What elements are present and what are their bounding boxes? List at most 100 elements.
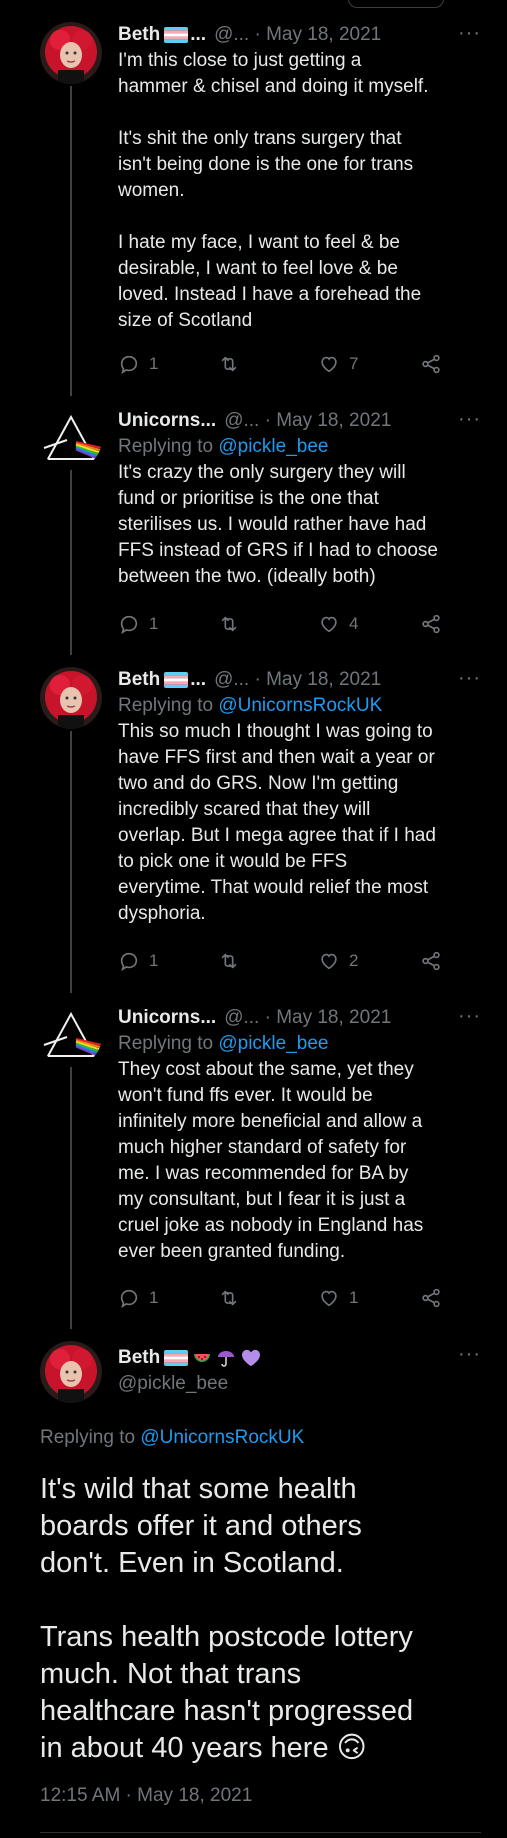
avatar[interactable] [40,1341,102,1403]
share-button[interactable] [420,353,442,375]
author-name[interactable]: Beth [118,669,160,691]
thread-line [70,86,72,396]
reply-icon [118,950,140,972]
retweet-button[interactable] [218,353,240,375]
tweet-text: It's wild that some health boards offer … [40,1471,480,1767]
tweet-meta[interactable]: @... · May 18, 2021 [224,410,391,432]
reply-count: 1 [149,354,159,373]
like-button[interactable]: 1 [318,1287,358,1309]
retweet-button[interactable] [218,1287,240,1309]
tweet-text: It's crazy the only surgery they will fu… [118,462,438,587]
retweet-icon [218,1287,240,1309]
tweet-meta[interactable]: @... · May 18, 2021 [224,1007,391,1029]
author-name[interactable]: Beth [118,24,160,46]
reply-handle-link[interactable]: @pickle_bee [218,1033,328,1054]
like-icon [318,950,340,972]
tweet-text: I'm this close to just getting a hammer … [118,50,429,331]
share-button[interactable] [420,950,442,972]
prism-icon [40,408,102,470]
tweet-actions: 1 2 [118,946,448,976]
share-icon [420,613,442,635]
replying-to: Replying to @pickle_bee [118,1031,481,1057]
main-header: Beth [118,1345,262,1371]
replying-to-label: Replying to [40,1427,141,1448]
tweet-header: Beth ... @... · May 18, 2021 [118,667,481,693]
more-options-button[interactable]: ··· [458,408,481,431]
reply-handle-link[interactable]: @UnicornsRockUK [218,695,382,716]
like-button[interactable]: 4 [318,613,358,635]
trans-flag-icon [164,1350,188,1366]
like-icon [318,613,340,635]
more-options-button[interactable]: ··· [458,1005,481,1028]
like-button[interactable]: 2 [318,950,358,972]
replying-to-label: Replying to [118,1033,219,1054]
tweet-actions: 1 1 [118,1283,448,1313]
like-count: 1 [349,1288,359,1307]
tweet-timestamp[interactable]: 12:15 AM · May 18, 2021 [40,1785,252,1807]
avatar[interactable] [40,667,102,729]
share-icon [420,353,442,375]
thread-line [70,447,72,655]
retweet-icon [218,353,240,375]
tweet-header: Unicorns... @... · May 18, 2021 [118,1005,481,1031]
retweet-icon [218,613,240,635]
retweet-button[interactable] [218,950,240,972]
tweet-header: Beth ... @... · May 18, 2021 [118,22,481,48]
watermelon-icon [192,1350,212,1366]
tweet-meta[interactable]: @... · May 18, 2021 [214,669,381,691]
reply-count: 1 [149,1288,159,1307]
retweet-icon [218,950,240,972]
trans-flag-icon [164,672,188,688]
avatar[interactable] [40,22,102,84]
reply-button[interactable]: 1 [118,1287,158,1309]
like-count: 7 [349,354,359,373]
like-count: 4 [349,614,359,633]
prism-icon [40,1005,102,1067]
like-icon [318,353,340,375]
name-ellipsis: ... [190,24,207,45]
share-icon [420,950,442,972]
heart-icon [240,1349,262,1367]
tweet-meta[interactable]: @... · May 18, 2021 [214,24,381,46]
like-button[interactable]: 7 [318,353,358,375]
like-icon [318,1287,340,1309]
umbrella-icon [216,1349,236,1367]
replying-to-label: Replying to [118,695,219,716]
reply-handle-link[interactable]: @UnicornsRockUK [140,1427,304,1448]
author-handle[interactable]: @pickle_bee [118,1373,228,1395]
tweet-text: This so much I thought I was going to ha… [118,721,436,924]
share-button[interactable] [420,613,442,635]
retweet-button[interactable] [218,613,240,635]
share-button[interactable] [420,1287,442,1309]
more-options-button[interactable]: ··· [458,667,481,690]
thread-line [70,1044,72,1329]
name-ellipsis: ... [190,669,207,690]
tweet-text: They cost about the same, yet they won't… [118,1059,424,1262]
avatar[interactable] [40,1005,102,1067]
reply-button[interactable]: 1 [118,950,158,972]
reply-button[interactable]: 1 [118,353,158,375]
reply-button[interactable]: 1 [118,613,158,635]
thread-line [70,731,72,993]
top-pill-button[interactable] [348,0,444,8]
author-name[interactable]: Unicorns... [118,1007,216,1029]
author-name[interactable]: Unicorns... [118,410,216,432]
more-options-button[interactable]: ··· [458,22,481,45]
tweet-actions: 1 7 [118,349,448,379]
reply-icon [118,613,140,635]
like-count: 2 [349,951,359,970]
replying-to: Replying to @pickle_bee [118,434,481,460]
replying-to: Replying to @UnicornsRockUK [40,1427,304,1449]
reply-icon [118,1287,140,1309]
divider [40,1832,481,1833]
replying-to: Replying to @UnicornsRockUK [118,693,481,719]
reply-handle-link[interactable]: @pickle_bee [218,436,328,457]
replying-to-label: Replying to [118,436,219,457]
tweet-actions: 1 4 [118,609,448,639]
share-icon [420,1287,442,1309]
author-name[interactable]: Beth [118,1347,160,1369]
tweet-header: Unicorns... @... · May 18, 2021 [118,408,481,434]
trans-flag-icon [164,27,188,43]
more-options-button[interactable]: ··· [458,1343,481,1366]
avatar[interactable] [40,408,102,470]
